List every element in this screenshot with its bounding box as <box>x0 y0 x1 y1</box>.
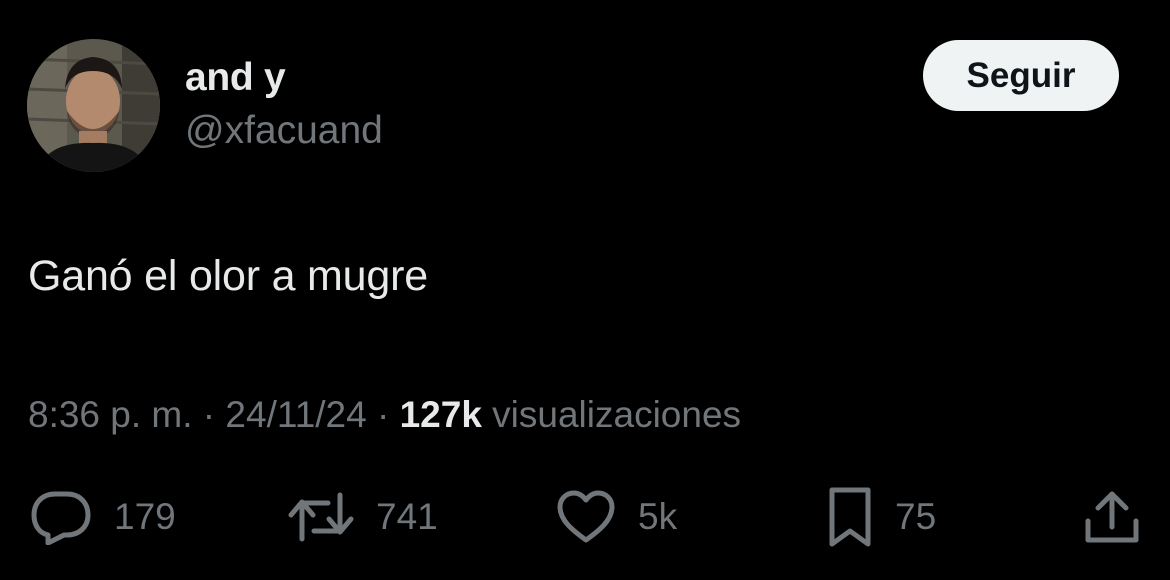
like-count: 5k <box>638 496 678 537</box>
views-count[interactable]: 127k <box>400 394 482 435</box>
meta-separator: · <box>366 394 400 435</box>
share-icon <box>1085 491 1139 543</box>
bookmark-count: 75 <box>895 496 937 537</box>
tweet-time[interactable]: 8:36 p. m. <box>28 394 193 435</box>
action-bar: 179 741 5k 75 <box>0 485 1170 549</box>
author-handle[interactable]: @xfacuand <box>185 109 383 153</box>
bookmark-button[interactable]: 75 <box>827 485 936 549</box>
tweet-text: Ganó el olor a mugre <box>28 252 428 300</box>
avatar[interactable] <box>27 39 160 172</box>
tweet-meta: 8:36 p. m. · 24/11/24 · 127k visualizaci… <box>28 394 741 436</box>
share-button[interactable] <box>1083 485 1141 549</box>
repost-count: 741 <box>376 496 438 537</box>
tweet: and y @xfacuand Seguir Ganó el olor a mu… <box>0 0 1170 580</box>
reply-count: 179 <box>114 496 176 537</box>
reply-icon <box>31 491 91 545</box>
tweet-date[interactable]: 24/11/24 <box>225 394 366 435</box>
repost-button[interactable]: 741 <box>288 485 438 549</box>
bookmark-icon <box>829 487 871 547</box>
views-label[interactable]: visualizaciones <box>482 394 741 435</box>
like-button[interactable]: 5k <box>556 485 677 549</box>
meta-separator: · <box>192 394 226 435</box>
reply-button[interactable]: 179 <box>30 485 176 549</box>
repost-icon <box>288 492 354 542</box>
author-display-name[interactable]: and y <box>185 56 286 100</box>
avatar-photo <box>27 39 160 172</box>
follow-button[interactable]: Seguir <box>923 40 1119 111</box>
heart-icon <box>557 490 615 543</box>
